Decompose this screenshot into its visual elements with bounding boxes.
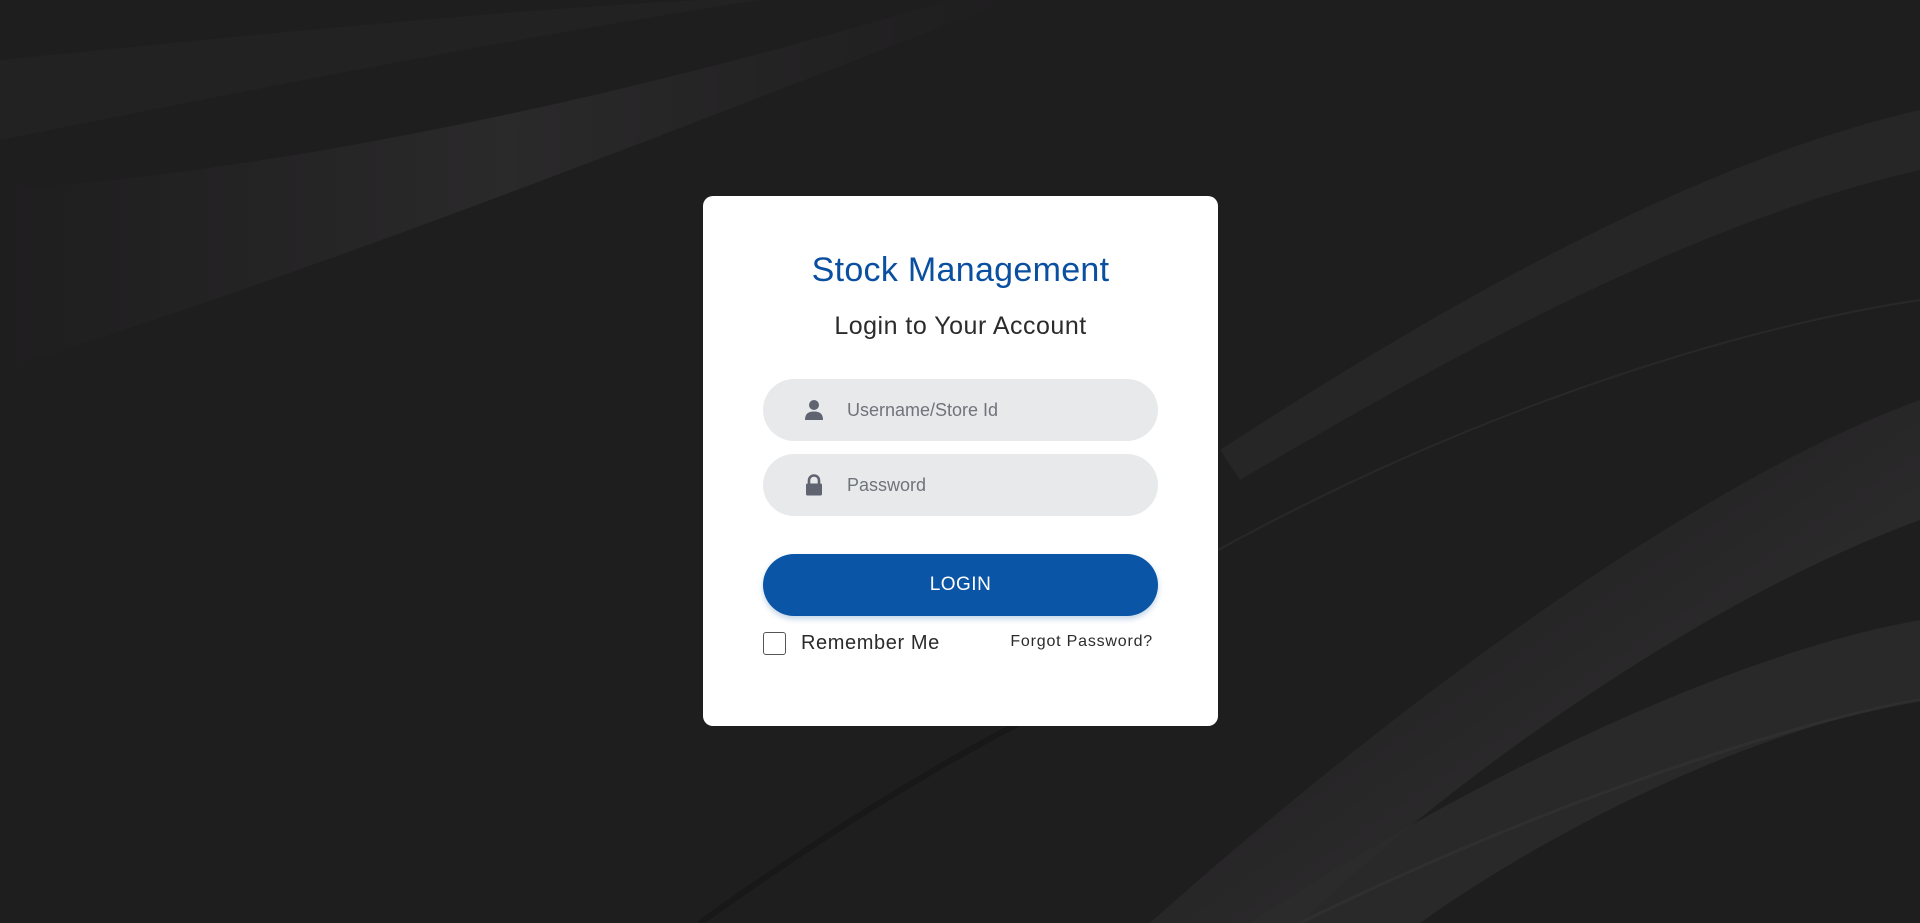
username-field[interactable]: [763, 379, 1158, 441]
remember-me-label[interactable]: Remember Me: [801, 632, 940, 655]
login-button[interactable]: LOGIN: [763, 554, 1158, 616]
login-subtitle: Login to Your Account: [834, 312, 1087, 340]
password-field[interactable]: [763, 454, 1158, 516]
remember-me-checkbox[interactable]: [763, 631, 786, 655]
user-icon: [805, 400, 823, 420]
lock-icon: [806, 474, 822, 496]
app-title: Stock Management: [811, 251, 1110, 289]
username-input[interactable]: [847, 379, 1137, 441]
remember-me[interactable]: Remember Me: [763, 629, 940, 657]
login-card: Stock Management Login to Your Account L…: [703, 196, 1218, 726]
forgot-password-link[interactable]: Forgot Password?: [1010, 633, 1153, 651]
password-input[interactable]: [847, 454, 1137, 516]
